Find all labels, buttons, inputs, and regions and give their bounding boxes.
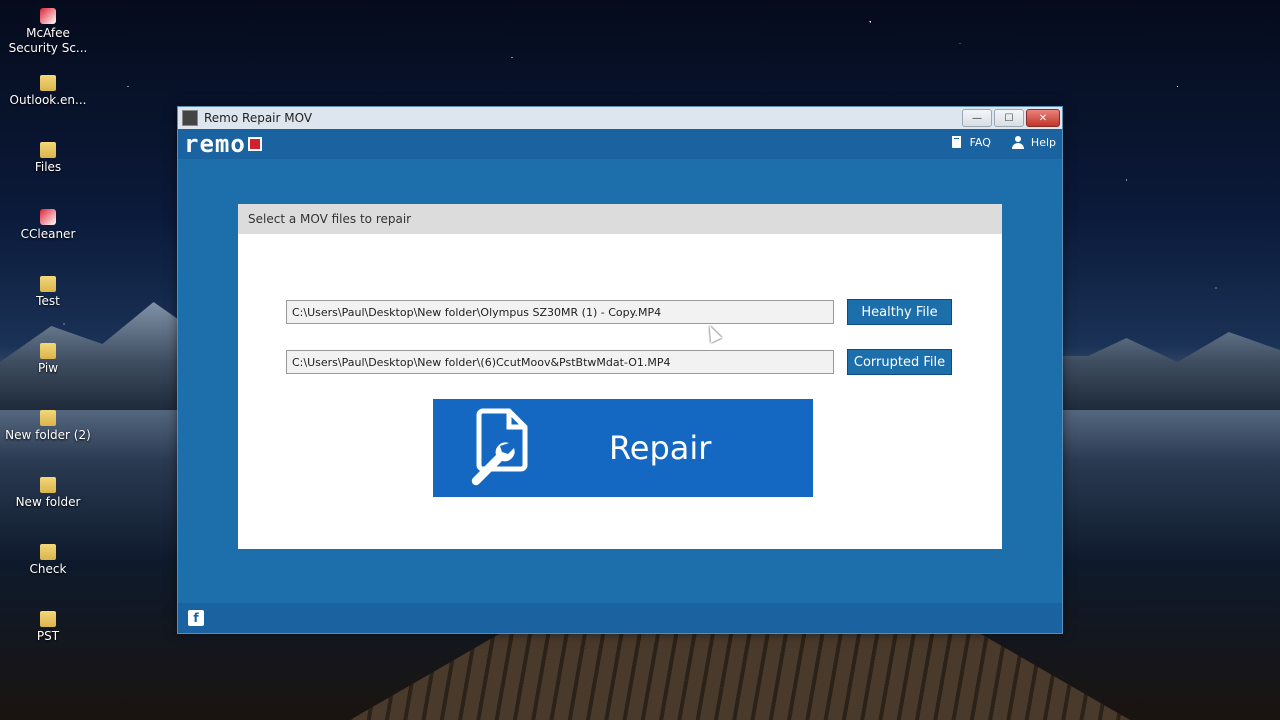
desktop-icon-label: New folder — [15, 495, 81, 509]
desktop-icon-check[interactable]: Check — [0, 544, 96, 577]
faq-link[interactable]: FAQ — [950, 135, 991, 149]
desktop-icon-label: McAfee Security Sc... — [8, 26, 88, 55]
desktop-icon-piw[interactable]: Piw — [0, 343, 96, 376]
maximize-button[interactable]: ☐ — [994, 109, 1024, 127]
remo-repair-window: Remo Repair MOV — ☐ ✕ remo FAQ Help Sele… — [177, 106, 1063, 634]
facebook-icon[interactable]: f — [188, 610, 204, 626]
window-controls: — ☐ ✕ — [962, 109, 1060, 127]
help-link[interactable]: Help — [1011, 135, 1056, 149]
user-icon — [1011, 136, 1024, 149]
healthy-file-button[interactable]: Healthy File — [847, 299, 952, 325]
panel-heading: Select a MOV files to repair — [238, 204, 1002, 234]
desktop-icon-outlook[interactable]: Outlook.en... — [0, 75, 96, 108]
folder-icon — [40, 544, 56, 560]
desktop-icon-files[interactable]: Files — [0, 142, 96, 175]
folder-icon — [40, 611, 56, 627]
file-selection-panel: Select a MOV files to repair Healthy Fil… — [238, 204, 1002, 549]
close-button[interactable]: ✕ — [1026, 109, 1060, 127]
healthy-file-row: Healthy File — [286, 299, 952, 325]
folder-icon — [40, 477, 56, 493]
desktop-icon-label: CCleaner — [20, 227, 76, 241]
desktop-icon-ccleaner[interactable]: CCleaner — [0, 209, 96, 242]
minimize-button[interactable]: — — [962, 109, 992, 127]
desktop-icon-new-folder[interactable]: New folder — [0, 477, 96, 510]
folder-icon — [40, 276, 56, 292]
healthy-file-path-input[interactable] — [286, 300, 834, 324]
corrupted-file-row: Corrupted File — [286, 349, 952, 375]
desktop-icon-test[interactable]: Test — [0, 276, 96, 309]
desktop-icon-label: Outlook.en... — [9, 93, 87, 107]
folder-icon — [40, 410, 56, 426]
window-titlebar[interactable]: Remo Repair MOV — ☐ ✕ — [178, 107, 1062, 129]
faq-label: FAQ — [969, 135, 991, 149]
ccleaner-icon — [40, 209, 56, 225]
desktop-icon-new-folder-2[interactable]: New folder (2) — [0, 410, 96, 443]
mcafee-icon — [40, 8, 56, 24]
folder-icon — [40, 142, 56, 158]
folder-icon — [40, 343, 56, 359]
desktop-icon-mcafee[interactable]: McAfee Security Sc... — [0, 8, 96, 56]
desktop-icon-label: PST — [36, 629, 60, 643]
app-footer: f — [178, 603, 1062, 633]
desktop-wallpaper-dock — [350, 630, 1130, 720]
desktop-icon-label: Piw — [37, 361, 59, 375]
header-links: FAQ Help — [950, 135, 1056, 149]
desktop-icon-label: Files — [34, 160, 62, 174]
repair-button[interactable]: Repair — [433, 399, 813, 497]
logo-text: remo — [184, 130, 246, 158]
logo-red-square — [247, 137, 262, 151]
desktop-icon-pst[interactable]: PST — [0, 611, 96, 644]
desktop-icon-label: Check — [29, 562, 67, 576]
file-wrench-icon — [471, 408, 528, 486]
app-header: remo FAQ Help — [178, 129, 1062, 159]
corrupted-file-button[interactable]: Corrupted File — [847, 349, 952, 375]
remo-logo: remo — [184, 130, 262, 158]
folder-icon — [40, 75, 56, 91]
app-icon — [182, 110, 198, 126]
book-icon — [951, 136, 961, 148]
window-title: Remo Repair MOV — [204, 111, 313, 125]
desktop-icon-label: New folder (2) — [5, 428, 91, 442]
corrupted-file-path-input[interactable] — [286, 350, 834, 374]
help-label: Help — [1030, 135, 1056, 149]
repair-label: Repair — [609, 429, 712, 467]
desktop-icon-label: Test — [36, 294, 60, 308]
